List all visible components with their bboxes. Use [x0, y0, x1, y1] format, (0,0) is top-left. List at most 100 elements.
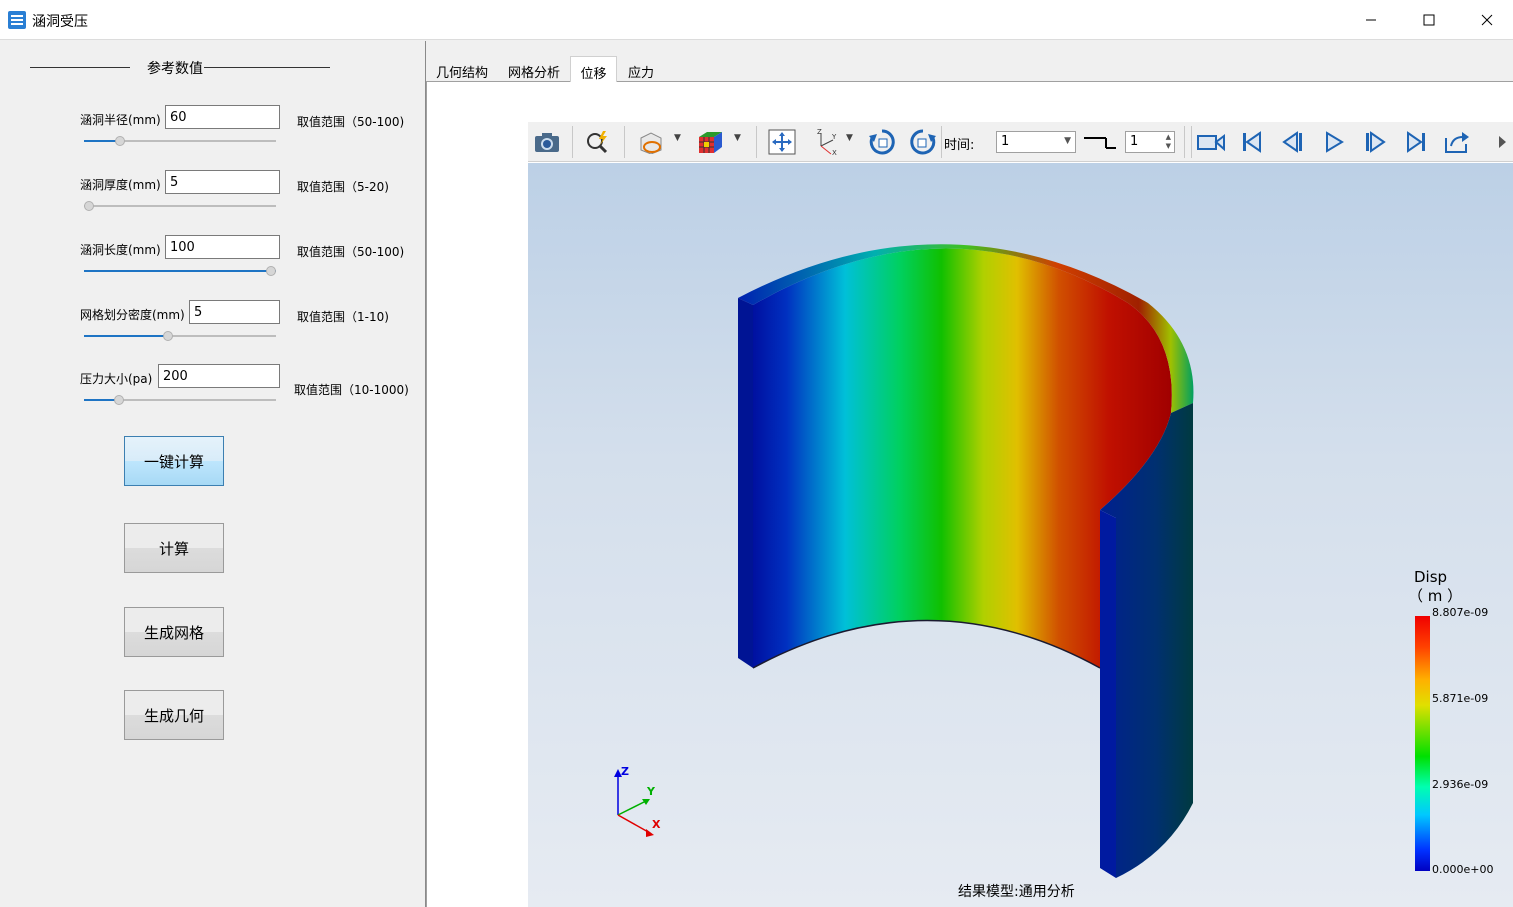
clip-view-button[interactable] — [636, 128, 666, 156]
toolbar-separator — [624, 126, 625, 158]
clip-dropdown-icon[interactable]: ▼ — [674, 133, 681, 143]
result-model-status: 结果模型:通用分析 — [958, 884, 1075, 900]
thickness-range: 取值范围（5-20) — [297, 180, 389, 194]
radius-label: 涵洞半径(mm) — [80, 113, 161, 127]
slider-fill — [84, 335, 169, 337]
viewer-toolbar: ▼ ▼ Z Y X ▼ 时间: 1 ▼ 1 ▲ ▼ — [528, 122, 1513, 162]
render-dropdown-icon[interactable]: ▼ — [734, 133, 741, 143]
svg-text:Y: Y — [831, 133, 837, 141]
one-click-compute-button[interactable]: 一键计算 — [124, 436, 224, 486]
window-title: 涵洞受压 — [32, 14, 88, 30]
slider-thumb[interactable] — [163, 331, 174, 341]
pressure-range: 取值范围（10-1000) — [294, 383, 409, 397]
previous-frame-button[interactable] — [1278, 128, 1308, 156]
spin-down-icon[interactable]: ▼ — [1166, 142, 1171, 150]
rotate-counterclockwise-icon — [910, 129, 936, 155]
camera-icon — [535, 133, 559, 152]
generate-geometry-button[interactable]: 生成几何 — [124, 690, 224, 740]
close-button[interactable] — [1458, 0, 1513, 40]
color-cube-icon — [699, 132, 722, 153]
slider-thumb[interactable] — [115, 136, 126, 146]
time-select[interactable]: 1 ▼ — [996, 131, 1076, 153]
axis-dropdown-icon[interactable]: ▼ — [846, 133, 853, 143]
tab-stress[interactable]: 应力 — [619, 56, 663, 82]
mesh-density-label: 网格划分密度(mm) — [80, 308, 185, 322]
rotate-ccw-button[interactable] — [908, 128, 938, 156]
length-input[interactable] — [165, 235, 280, 259]
pressure-slider[interactable] — [84, 394, 276, 406]
step-icon — [1084, 137, 1116, 149]
toolbar-separator — [1184, 126, 1185, 158]
pressure-input[interactable] — [158, 364, 280, 388]
tab-geometry[interactable]: 几何结构 — [429, 56, 495, 82]
step-back-icon — [1282, 131, 1302, 153]
record-video-button[interactable] — [1196, 128, 1226, 156]
generate-mesh-button[interactable]: 生成网格 — [124, 607, 224, 657]
radius-input[interactable] — [165, 105, 280, 129]
thickness-slider[interactable] — [84, 200, 276, 212]
left-end-face — [738, 298, 753, 668]
axis-z-label: Z — [621, 765, 629, 778]
tab-mesh[interactable]: 网格分析 — [499, 56, 569, 82]
length-label: 涵洞长度(mm) — [80, 243, 161, 257]
time-label: 时间: — [944, 138, 975, 153]
slider-thumb[interactable] — [84, 201, 94, 211]
first-frame-button[interactable] — [1237, 128, 1267, 156]
group-title: 参考数值 — [30, 58, 330, 78]
legend-tick-min: 0.000e+00 — [1432, 863, 1494, 876]
skip-start-icon — [1243, 131, 1261, 153]
axis-x-label: X — [652, 818, 661, 831]
svg-text:X: X — [832, 149, 837, 156]
legend-tick: 5.871e-09 — [1432, 692, 1489, 705]
legend-unit: （ m ） — [1408, 587, 1463, 605]
axis-y-label: Y — [646, 785, 656, 798]
close-icon — [1481, 14, 1493, 26]
maximize-icon — [1423, 14, 1435, 26]
play-button[interactable] — [1319, 128, 1349, 156]
chevron-down-icon: ▼ — [1064, 136, 1071, 146]
axis-triad: Z Y X — [614, 765, 661, 837]
culvert-model — [738, 244, 1194, 878]
toolbar-overflow-button[interactable] — [1492, 128, 1512, 156]
last-frame-button[interactable] — [1401, 128, 1431, 156]
minimize-button[interactable] — [1342, 0, 1400, 40]
render-mode-button[interactable] — [695, 128, 725, 156]
axis-view-button[interactable]: Z Y X — [810, 128, 840, 156]
legend-tick: 2.936e-09 — [1432, 778, 1489, 791]
radius-range: 取值范围（50-100) — [297, 115, 405, 129]
app-icon — [8, 11, 26, 29]
step-forward-icon — [1366, 131, 1386, 153]
spin-up-icon[interactable]: ▲ — [1166, 133, 1171, 141]
title-bar: 涵洞受压 — [0, 0, 1513, 40]
export-button[interactable] — [1442, 128, 1472, 156]
rotate-clockwise-icon — [869, 129, 895, 155]
fit-arrows-icon — [768, 129, 796, 155]
time-select-value: 1 — [1001, 134, 1010, 149]
divider — [30, 67, 130, 68]
thickness-input[interactable] — [165, 170, 280, 194]
slider-thumb[interactable] — [113, 395, 124, 405]
radius-slider[interactable] — [84, 135, 276, 147]
next-frame-button[interactable] — [1360, 128, 1390, 156]
tab-displacement[interactable]: 位移 — [570, 56, 617, 82]
svg-text:Z: Z — [817, 128, 822, 136]
rotate-cw-button[interactable] — [867, 128, 897, 156]
mesh-density-input[interactable] — [189, 300, 280, 324]
xyz-axis-icon: Z Y X — [817, 128, 837, 156]
group-title-label: 参考数值 — [147, 61, 203, 77]
compute-button[interactable]: 计算 — [124, 523, 224, 573]
export-icon — [1445, 132, 1469, 153]
length-slider[interactable] — [84, 265, 276, 277]
probe-button[interactable] — [583, 128, 613, 156]
maximize-button[interactable] — [1400, 0, 1458, 40]
slider-thumb[interactable] — [266, 266, 276, 276]
step-spinbox[interactable]: 1 ▲ ▼ — [1125, 131, 1175, 153]
3d-viewport[interactable]: Z Y X Disp （ m ） 8.807e-09 5.871e-09 2.9… — [528, 163, 1513, 907]
mesh-density-slider[interactable] — [84, 330, 276, 342]
fit-view-button[interactable] — [767, 128, 797, 156]
screenshot-camera-button[interactable] — [532, 128, 562, 156]
legend-title: Disp — [1414, 568, 1448, 586]
step-spinbox-value: 1 — [1130, 134, 1139, 149]
play-icon — [1326, 131, 1344, 153]
mesh-density-range: 取值范围（1-10) — [297, 310, 389, 324]
